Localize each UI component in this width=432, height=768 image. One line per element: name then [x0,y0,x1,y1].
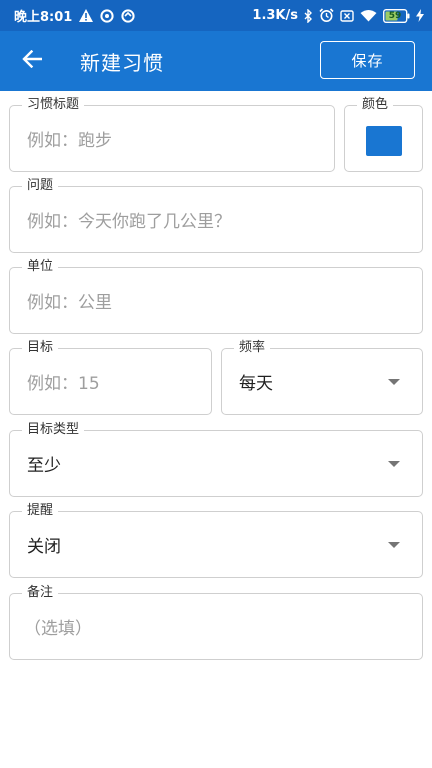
battery-icon: 59 [383,8,410,23]
sim-icon [340,9,354,22]
notes-field[interactable]: 备注 （选填） [9,585,423,660]
page-title: 新建习惯 [80,50,164,75]
habit-title-field[interactable]: 习惯标题 例如：跑步 [9,97,335,172]
dropdown-arrow-icon [388,460,400,467]
charging-icon [416,9,424,22]
frequency-value: 每天 [239,374,273,394]
reminder-value: 关闭 [27,537,61,557]
target-type-dropdown[interactable]: 目标类型 至少 [9,422,423,497]
target-type-value: 至少 [27,456,61,476]
question-placeholder: 例如：今天你跑了几公里？ [27,212,231,232]
battery-level: 59 [388,10,402,21]
status-bar: 晚上8:01 1.3K/s 59 [0,0,432,31]
color-swatch[interactable] [366,126,402,156]
frequency-dropdown[interactable]: 频率 每天 [221,340,423,415]
status-time: 晚上8:01 [14,10,73,25]
target-placeholder: 例如：15 [27,374,100,394]
color-field[interactable]: 颜色 [344,97,423,172]
unit-field[interactable]: 单位 例如：公里 [9,259,423,334]
network-speed: 1.3K/s [252,8,298,23]
warning-icon [79,9,94,22]
arrow-back-icon [22,49,43,72]
color-label: 颜色 [357,97,394,113]
dropdown-arrow-icon [388,378,400,385]
wifi-icon [360,9,377,22]
reminder-dropdown[interactable]: 提醒 关闭 [9,503,423,578]
habit-title-placeholder: 例如：跑步 [27,131,112,151]
target-field[interactable]: 目标 例如：15 [9,340,212,415]
save-button[interactable]: 保存 [320,41,415,79]
unit-placeholder: 例如：公里 [27,293,112,313]
sync-icon [121,8,135,23]
question-field[interactable]: 问题 例如：今天你跑了几公里？ [9,178,423,253]
alarm-icon [319,8,334,23]
bluetooth-icon [304,8,313,23]
dropdown-arrow-icon [388,541,400,548]
back-button[interactable] [4,31,60,91]
sync-icon [100,8,114,23]
app-bar: 新建习惯 保存 [0,31,432,91]
notes-placeholder: （选填） [24,619,92,639]
